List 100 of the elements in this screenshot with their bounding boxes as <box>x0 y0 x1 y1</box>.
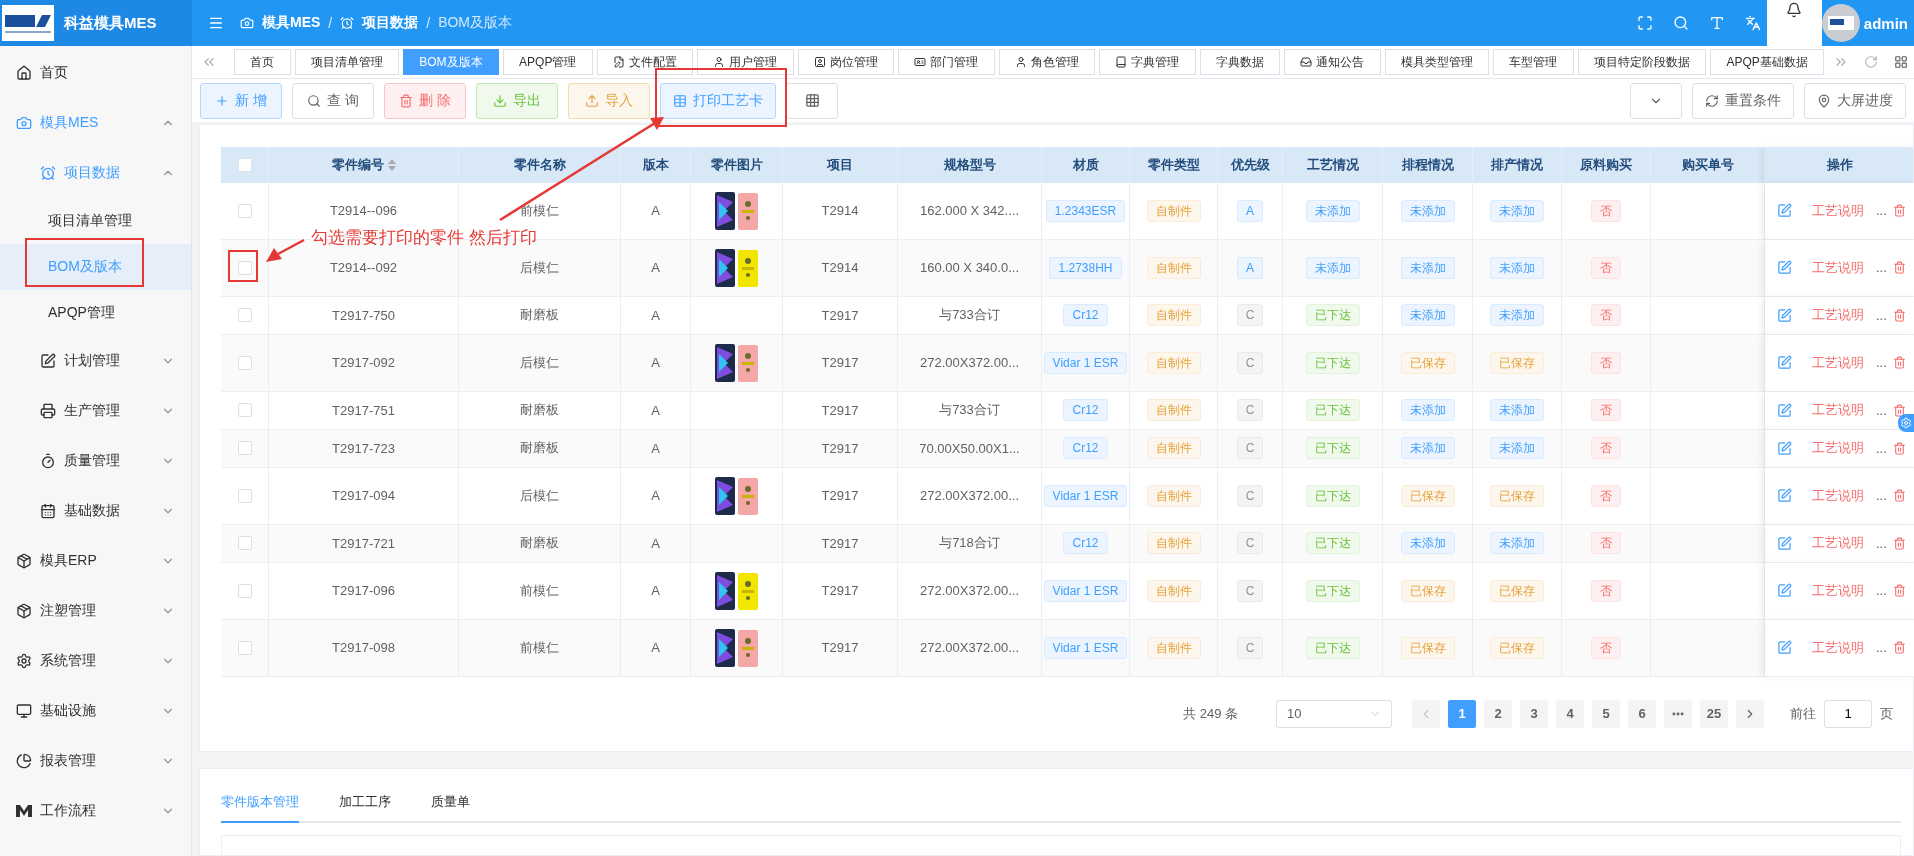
page-tab[interactable]: APQP管理 <box>502 49 593 76</box>
more-text[interactable]: ... <box>1876 440 1887 456</box>
delete-icon[interactable] <box>1892 641 1906 655</box>
page-tab[interactable]: 车型管理 <box>1493 49 1574 76</box>
more-pages-button[interactable] <box>1664 699 1692 728</box>
edit-icon[interactable] <box>1777 640 1792 656</box>
edit-icon[interactable] <box>1777 583 1792 599</box>
sort-icon[interactable] <box>387 158 396 171</box>
checkbox[interactable] <box>237 583 252 598</box>
edit-icon[interactable] <box>1777 535 1792 551</box>
delete-icon[interactable] <box>1892 403 1906 417</box>
panel-tab[interactable]: 质量单 <box>431 793 470 823</box>
more-text[interactable]: ... <box>1876 583 1887 599</box>
page-tab[interactable]: 岗位管理 <box>797 49 895 76</box>
columns-button[interactable] <box>786 82 838 119</box>
toolbar-button[interactable]: 大屏进度 <box>1804 82 1906 119</box>
status-tag: A <box>1237 199 1263 222</box>
delete-icon[interactable] <box>1892 441 1906 455</box>
page-tab[interactable]: 通知公告 <box>1284 49 1381 76</box>
page-tab[interactable]: 模具类型管理 <box>1384 49 1490 76</box>
more-text[interactable]: ... <box>1876 488 1887 504</box>
edit-icon[interactable] <box>1777 402 1792 418</box>
checkbox[interactable] <box>237 441 252 456</box>
page-tab[interactable]: 字典数据 <box>1199 49 1281 76</box>
sidebar-item[interactable]: 基础数据 <box>0 486 191 536</box>
panel-tab[interactable]: 加工工序 <box>339 793 391 823</box>
delete-icon[interactable] <box>1892 308 1906 322</box>
delete-icon[interactable] <box>1892 261 1906 275</box>
page-size-select[interactable]: 10 <box>1276 699 1392 728</box>
status-tag: 1.2343ESR <box>1045 199 1126 222</box>
toolbar-button[interactable]: 重置条件 <box>1692 82 1794 119</box>
page-tab[interactable]: 角色管理 <box>998 49 1096 76</box>
sidebar-item[interactable]: 首页 <box>0 48 191 98</box>
more-text[interactable]: ... <box>1876 307 1887 323</box>
checkbox[interactable] <box>237 308 252 323</box>
sidebar-item[interactable]: 生产管理 <box>0 386 191 436</box>
edit-icon[interactable] <box>1777 355 1792 371</box>
sidebar-item[interactable]: 模具ERP <box>0 536 191 586</box>
checkbox[interactable] <box>237 157 252 172</box>
page-tab[interactable]: 项目清单管理 <box>294 49 399 76</box>
table-cell: T2917-723 <box>269 429 459 468</box>
page-button[interactable]: 5 <box>1592 699 1620 728</box>
sidebar-item[interactable]: 基础设施 <box>0 686 191 736</box>
checkbox[interactable] <box>237 403 252 418</box>
page-tab[interactable]: 项目特定阶段数据 <box>1577 49 1707 76</box>
checkbox[interactable] <box>237 536 252 551</box>
font-size-icon[interactable] <box>1708 15 1725 31</box>
more-text[interactable]: ... <box>1876 203 1887 219</box>
settings-button[interactable] <box>1898 414 1914 432</box>
page-button[interactable]: 2 <box>1484 699 1512 728</box>
sidebar-item[interactable]: 项目清单管理 <box>0 198 191 244</box>
page-tab[interactable]: APQP基础数据 <box>1710 49 1825 76</box>
search-icon[interactable] <box>1672 15 1689 31</box>
status-tag: 已保存 <box>1490 579 1544 602</box>
delete-icon[interactable] <box>1892 204 1906 218</box>
sidebar-item[interactable]: 质量管理 <box>0 436 191 486</box>
page-button[interactable]: 4 <box>1556 699 1584 728</box>
checkbox[interactable] <box>237 260 252 275</box>
delete-icon[interactable] <box>1892 356 1906 370</box>
more-text[interactable]: ... <box>1876 402 1887 418</box>
avatar[interactable] <box>1821 4 1860 42</box>
checkbox[interactable] <box>237 488 252 503</box>
page-tab[interactable]: 用户管理 <box>697 49 794 76</box>
status-tag: 自制件 <box>1146 199 1201 222</box>
next-page-button[interactable] <box>1736 699 1764 728</box>
page-tab[interactable]: 字典管理 <box>1099 49 1196 76</box>
sidebar-item[interactable]: 计划管理 <box>0 336 191 386</box>
toolbar-button[interactable]: 查 询 <box>292 82 374 119</box>
delete-icon[interactable] <box>1892 584 1906 598</box>
edit-icon[interactable] <box>1777 307 1792 323</box>
sidebar-item[interactable]: APQP管理 <box>0 290 191 336</box>
edit-icon[interactable] <box>1777 260 1792 276</box>
sidebar-item[interactable]: 注塑管理 <box>0 586 191 636</box>
page-button[interactable]: 6 <box>1628 699 1656 728</box>
edit-icon[interactable] <box>1777 488 1792 504</box>
checkbox[interactable] <box>237 355 252 370</box>
bell-icon[interactable] <box>1786 2 1803 18</box>
more-text[interactable]: ... <box>1876 535 1887 551</box>
checkbox[interactable] <box>237 640 252 655</box>
status-tag: 自制件 <box>1146 579 1201 602</box>
page-tab[interactable]: 首页 <box>234 49 291 76</box>
edit-icon[interactable] <box>1777 203 1792 219</box>
edit-icon[interactable] <box>1777 440 1792 456</box>
column-header[interactable]: 零件编号 <box>269 146 459 183</box>
translate-icon[interactable] <box>1744 15 1761 31</box>
more-text[interactable]: ... <box>1876 640 1887 656</box>
sidebar-item[interactable]: 报表管理 <box>0 736 191 786</box>
page-button[interactable]: 25 <box>1700 699 1728 728</box>
more-text[interactable]: ... <box>1876 260 1887 276</box>
page-tab[interactable]: 部门管理 <box>898 49 995 76</box>
delete-icon[interactable] <box>1892 489 1906 503</box>
sidebar-item[interactable]: 工作流程 <box>0 786 191 836</box>
sidebar-item[interactable]: 系统管理 <box>0 636 191 686</box>
more-text[interactable]: ... <box>1876 355 1887 371</box>
page-button[interactable]: 3 <box>1520 699 1548 728</box>
delete-icon[interactable] <box>1892 536 1906 550</box>
goto-input[interactable]: 1 <box>1824 699 1872 728</box>
checkbox[interactable] <box>237 203 252 218</box>
page-tab[interactable]: 文件配置 <box>596 49 694 76</box>
fullscreen-icon[interactable] <box>1636 15 1653 31</box>
